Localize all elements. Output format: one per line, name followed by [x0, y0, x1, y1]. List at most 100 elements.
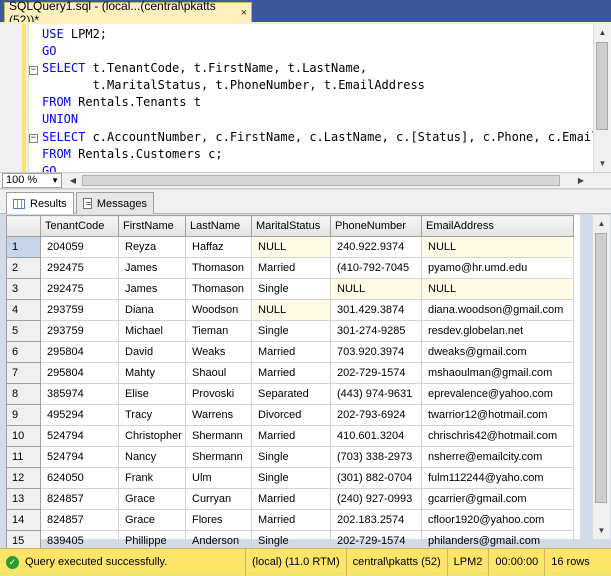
table-cell[interactable]: Flores — [185, 509, 252, 531]
table-cell[interactable]: Divorced — [251, 404, 331, 426]
table-cell[interactable]: Ulm — [185, 467, 252, 489]
table-cell[interactable]: cfloor1920@yahoo.com — [421, 509, 574, 531]
table-row[interactable]: 1 204059 Reyza Haffaz NULL 240.922.9374 NULL — [6, 236, 574, 258]
table-cell[interactable]: Married — [251, 488, 331, 510]
zoom-select[interactable]: 100 % ▼ — [2, 173, 62, 188]
table-cell[interactable]: Tracy — [118, 404, 186, 426]
grid-vertical-scrollbar[interactable]: ▲ ▼ — [592, 215, 610, 539]
collapse-select-2-icon[interactable]: − — [29, 134, 38, 143]
code-line[interactable]: t.MaritalStatus, t.PhoneNumber, t.EmailA… — [42, 77, 598, 94]
table-row[interactable]: 14 824857 Grace Flores Married 202.183.2574 cf… — [6, 509, 574, 531]
table-cell[interactable]: Reyza — [118, 236, 186, 258]
table-cell[interactable]: chrischris42@hotmail.com — [421, 425, 574, 447]
table-cell[interactable]: Thomason — [185, 257, 252, 279]
row-number[interactable]: 12 — [6, 467, 41, 489]
column-header[interactable]: EmailAddress — [421, 215, 574, 237]
scroll-up-icon[interactable]: ▲ — [593, 215, 610, 232]
row-number[interactable]: 8 — [6, 383, 41, 405]
table-cell[interactable]: Haffaz — [185, 236, 252, 258]
code-line[interactable]: SELECT c.AccountNumber, c.FirstName, c.L… — [42, 129, 598, 146]
table-cell[interactable]: Single — [251, 320, 331, 342]
table-cell[interactable]: pyamo@hr.umd.edu — [421, 257, 574, 279]
table-cell[interactable]: Mahty — [118, 362, 186, 384]
table-row[interactable]: 13 824857 Grace Curryan Married (240) 927-099… — [6, 488, 574, 510]
row-number[interactable]: 7 — [6, 362, 41, 384]
table-cell[interactable]: dweaks@gmail.com — [421, 341, 574, 363]
table-cell[interactable]: Curryan — [185, 488, 252, 510]
scroll-right-icon[interactable]: ▶ — [574, 174, 588, 187]
table-row[interactable]: 7 295804 Mahty Shaoul Married 202-729-1574 msh… — [6, 362, 574, 384]
table-cell[interactable]: 703.920.3974 — [330, 341, 422, 363]
table-cell[interactable]: Married — [251, 509, 331, 531]
chevron-down-icon[interactable]: ▼ — [51, 174, 59, 187]
table-cell[interactable]: 295804 — [40, 362, 119, 384]
scroll-down-icon[interactable]: ▼ — [594, 155, 611, 172]
table-cell[interactable]: 410.601.3204 — [330, 425, 422, 447]
table-cell[interactable]: Married — [251, 362, 331, 384]
table-cell[interactable]: 292475 — [40, 278, 119, 300]
table-cell[interactable]: 624050 — [40, 467, 119, 489]
table-cell[interactable]: NULL — [421, 236, 574, 258]
table-cell[interactable]: 301.429.3874 — [330, 299, 422, 321]
code-line[interactable]: UNION — [42, 111, 598, 128]
table-cell[interactable]: 385974 — [40, 383, 119, 405]
column-header[interactable]: TenantCode — [40, 215, 119, 237]
table-cell[interactable]: 293759 — [40, 299, 119, 321]
scroll-down-icon[interactable]: ▼ — [593, 522, 610, 539]
row-number[interactable]: 5 — [6, 320, 41, 342]
column-header[interactable]: PhoneNumber — [330, 215, 422, 237]
table-cell[interactable]: NULL — [251, 299, 331, 321]
scroll-up-icon[interactable]: ▲ — [594, 24, 611, 41]
grid-corner[interactable] — [6, 215, 41, 237]
editor-vertical-scrollbar[interactable]: ▲ ▼ — [593, 24, 611, 172]
table-cell[interactable]: Shermann — [185, 425, 252, 447]
table-cell[interactable]: fulm112244@yaho.com — [421, 467, 574, 489]
table-cell[interactable]: Married — [251, 341, 331, 363]
table-cell[interactable]: 240.922.9374 — [330, 236, 422, 258]
table-cell[interactable]: Shermann — [185, 446, 252, 468]
collapse-select-1-icon[interactable]: − — [29, 66, 38, 75]
column-header[interactable]: LastName — [185, 215, 252, 237]
table-cell[interactable]: Separated — [251, 383, 331, 405]
table-cell[interactable]: 295804 — [40, 341, 119, 363]
table-cell[interactable]: Grace — [118, 509, 186, 531]
query-editor[interactable]: − − USE LPM2; GO SELECT t.TenantCode, t.Fi… — [0, 22, 611, 178]
table-cell[interactable]: 824857 — [40, 488, 119, 510]
table-cell[interactable]: (443) 974-9631 — [330, 383, 422, 405]
table-cell[interactable]: 202-729-1574 — [330, 362, 422, 384]
code-line[interactable]: USE LPM2; — [42, 26, 598, 43]
table-cell[interactable]: NULL — [251, 236, 331, 258]
close-tab-icon[interactable]: × — [241, 7, 247, 19]
table-row[interactable]: 6 295804 David Weaks Married 703.920.3974 dwea… — [6, 341, 574, 363]
table-cell[interactable]: 824857 — [40, 509, 119, 531]
table-cell[interactable]: (240) 927-0993 — [330, 488, 422, 510]
table-cell[interactable]: resdev.globelan.net — [421, 320, 574, 342]
table-row[interactable]: 9 495294 Tracy Warrens Divorced 202-793-6924 t… — [6, 404, 574, 426]
row-number[interactable]: 13 — [6, 488, 41, 510]
table-cell[interactable]: 495294 — [40, 404, 119, 426]
table-cell[interactable]: nsherre@emailcity.com — [421, 446, 574, 468]
table-cell[interactable]: Weaks — [185, 341, 252, 363]
table-cell[interactable]: 204059 — [40, 236, 119, 258]
row-number[interactable]: 10 — [6, 425, 41, 447]
sql-code[interactable]: USE LPM2; GO SELECT t.TenantCode, t.FirstN… — [42, 26, 598, 180]
table-cell[interactable]: Shaoul — [185, 362, 252, 384]
table-cell[interactable]: gcarrier@gmail.com — [421, 488, 574, 510]
row-number[interactable]: 1 — [6, 236, 41, 258]
table-row[interactable]: 12 624050 Frank Ulm Single (301) 882-0704 fulm… — [6, 467, 574, 489]
table-cell[interactable]: Tieman — [185, 320, 252, 342]
table-cell[interactable]: Elise — [118, 383, 186, 405]
table-row[interactable]: 3 292475 James Thomason Single NULL NULL — [6, 278, 574, 300]
table-cell[interactable]: David — [118, 341, 186, 363]
table-cell[interactable]: Woodson — [185, 299, 252, 321]
table-cell[interactable]: 202.183.2574 — [330, 509, 422, 531]
table-cell[interactable]: eprevalence@yahoo.com — [421, 383, 574, 405]
row-number[interactable]: 6 — [6, 341, 41, 363]
column-header[interactable]: FirstName — [118, 215, 186, 237]
table-cell[interactable]: (703) 338-2973 — [330, 446, 422, 468]
table-cell[interactable]: NULL — [421, 278, 574, 300]
table-row[interactable]: 10 524794 Christopher Shermann Married 410.60… — [6, 425, 574, 447]
table-cell[interactable]: 301-274-9285 — [330, 320, 422, 342]
table-row[interactable]: 5 293759 Michael Tieman Single 301-274-9285 re… — [6, 320, 574, 342]
table-row[interactable]: 8 385974 Elise Provoski Separated (443) 974-9… — [6, 383, 574, 405]
